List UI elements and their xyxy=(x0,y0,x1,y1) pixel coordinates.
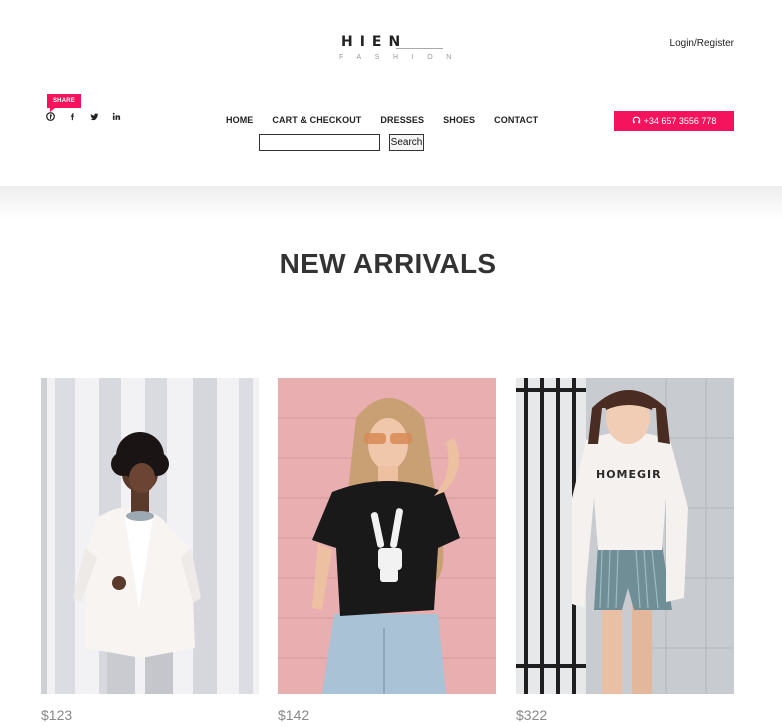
headset-icon xyxy=(632,116,641,127)
pinterest-icon[interactable] xyxy=(46,112,68,124)
product-price: $322 xyxy=(516,707,548,723)
share-badge: SHARE xyxy=(47,94,81,112)
phone-button[interactable]: +34 657 3556 778 xyxy=(614,111,734,131)
brand-tagline: FASHION xyxy=(339,54,465,61)
brand-logo[interactable]: HIEN FASHION xyxy=(338,34,451,64)
header-shadow xyxy=(0,186,782,220)
login-register-link[interactable]: Login/Register xyxy=(670,38,734,49)
nav-item-home[interactable]: HOME xyxy=(226,115,253,125)
main-nav: HOME CART & CHECKOUT DRESSES SHOES CONTA… xyxy=(226,115,538,125)
product-price: $123 xyxy=(41,707,73,723)
product-card[interactable]: HOMEGIR $322 xyxy=(516,378,734,723)
linkedin-icon[interactable] xyxy=(112,112,134,124)
nav-item-cart-checkout[interactable]: CART & CHECKOUT xyxy=(272,115,361,125)
logo-divider xyxy=(396,48,443,49)
search-button[interactable]: Search xyxy=(389,134,424,151)
product-card[interactable]: $142 xyxy=(278,378,496,723)
social-links xyxy=(46,112,134,126)
nav-item-contact[interactable]: CONTACT xyxy=(494,115,538,125)
nav-item-shoes[interactable]: SHOES xyxy=(443,115,475,125)
section-title: NEW ARRIVALS xyxy=(279,248,497,279)
product-image[interactable] xyxy=(278,378,496,694)
product-image[interactable]: HOMEGIR xyxy=(516,378,734,694)
search-input[interactable] xyxy=(259,134,380,151)
facebook-icon[interactable] xyxy=(68,112,90,124)
svg-text:HOMEGIR: HOMEGIR xyxy=(596,468,662,481)
nav-item-dresses[interactable]: DRESSES xyxy=(380,115,424,125)
product-price: $142 xyxy=(278,707,310,723)
site-header: HIEN FASHION Login/Register SHARE HOME C… xyxy=(0,0,782,186)
phone-number: +34 657 3556 778 xyxy=(643,116,717,126)
product-image[interactable] xyxy=(41,378,259,694)
twitter-icon[interactable] xyxy=(90,112,112,124)
product-card[interactable]: $123 xyxy=(41,378,259,723)
